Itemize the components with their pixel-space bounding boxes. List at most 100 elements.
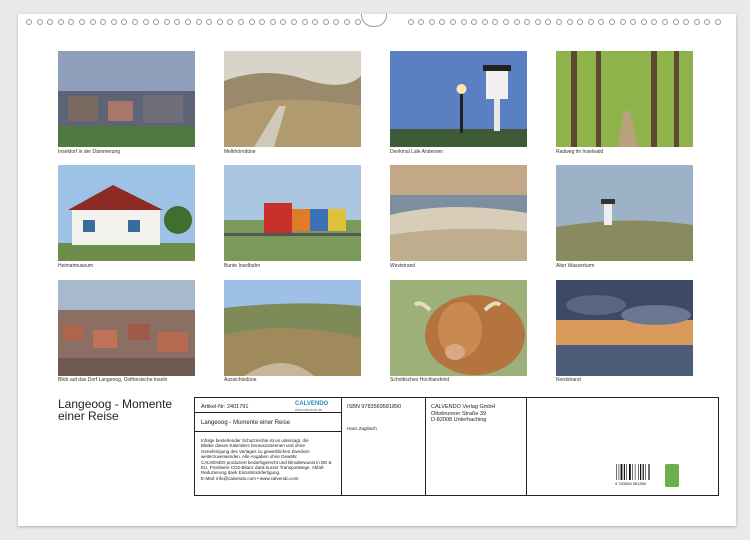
- photo-7: [390, 165, 527, 261]
- photo-11: [390, 280, 527, 376]
- barcode-bar: [632, 464, 633, 480]
- photo-9: [58, 280, 195, 376]
- binding-ring: [566, 19, 573, 25]
- binding-ring: [110, 19, 117, 25]
- binding-ring: [36, 19, 43, 25]
- binding-ring: [121, 19, 128, 25]
- north-beach-sunset-photo: [556, 280, 693, 376]
- barcode-bar: [634, 464, 636, 480]
- publisher-address: CALVENDO Verlag GmbH Ottobrunner Straße 3…: [431, 404, 495, 424]
- publisher-line: CALVENDO Verlag GmbH: [431, 404, 496, 410]
- binding-ring: [238, 19, 244, 25]
- photo-2: [224, 51, 361, 147]
- binding-ring: [174, 19, 181, 25]
- photo-8: [556, 165, 693, 261]
- binding-ring: [471, 19, 478, 25]
- binding-ring: [26, 19, 32, 25]
- binding-ring: [577, 19, 584, 25]
- binding-ring: [206, 19, 213, 25]
- binding-ring: [418, 19, 425, 25]
- binding-ring: [428, 19, 435, 25]
- binding-ring: [503, 19, 509, 25]
- binding-ring: [662, 19, 668, 25]
- binding-ring: [587, 19, 594, 25]
- photo-6: [224, 165, 361, 261]
- viewpoint-dune-photo: [224, 280, 361, 376]
- legal-line: E-Mail: info@calvendo.com • www.calvendo…: [201, 475, 299, 481]
- binding-ring: [407, 19, 414, 25]
- barcode-bar: [645, 464, 646, 480]
- water-tower-lamp-photo: [390, 51, 527, 147]
- binding-ring: [481, 19, 488, 25]
- binding-ring: [185, 19, 191, 25]
- photo-caption: Alter Wasserturm: [556, 263, 595, 269]
- photo-3: [390, 51, 527, 147]
- calvendo-url: www.calvendo.de: [295, 408, 323, 412]
- binding-ring: [460, 19, 467, 25]
- photo-caption: Inseldorf in der Dämmerung: [58, 149, 120, 155]
- binding-ring: [619, 19, 626, 25]
- binding-ring: [630, 19, 637, 25]
- photo-4: [556, 51, 693, 147]
- forest-path-photo: [556, 51, 693, 147]
- binding-ring: [79, 19, 85, 25]
- barcode-bar: [626, 464, 627, 480]
- museum-house-photo: [58, 165, 195, 261]
- binding-ring: [545, 19, 552, 25]
- binding-ring: [556, 19, 562, 25]
- binding-ring: [640, 19, 647, 25]
- highland-cattle-photo: [390, 280, 527, 376]
- beach-dunes-photo: [390, 165, 527, 261]
- barcode-bar: [640, 464, 642, 480]
- binding-ring: [216, 19, 223, 25]
- binding-ring: [534, 19, 541, 25]
- binding-ring: [269, 19, 276, 25]
- photo-1: [58, 51, 195, 147]
- binding-ring: [672, 19, 679, 25]
- barcode-icon: 9 783569 581890: [615, 464, 655, 486]
- publisher-line: D-82008 Unterhaching: [431, 417, 487, 423]
- binding-ring: [291, 19, 297, 25]
- photo-caption: Aussichtsdüne: [224, 377, 257, 383]
- binding-ring: [524, 19, 531, 25]
- binding-ring: [142, 19, 149, 25]
- binding-ring: [704, 19, 711, 25]
- barcode-bar: [620, 464, 623, 480]
- binding-ring: [100, 19, 107, 25]
- photo-caption: Bunte Inselbahn: [224, 263, 261, 269]
- barcode-bar: [629, 464, 631, 480]
- barcode-bar: [648, 464, 650, 480]
- article-number: Artikel-Nr: 2401791: [201, 404, 249, 410]
- binding-ring: [195, 19, 202, 25]
- village-rooftops-photo: [58, 280, 195, 376]
- village-dusk-photo: [58, 51, 195, 147]
- binding-ring: [333, 19, 340, 25]
- binding-ring: [651, 19, 658, 25]
- binding-ring: [513, 19, 520, 25]
- binding-ring: [163, 19, 170, 25]
- binding-ring: [683, 19, 690, 25]
- photo-10: [224, 280, 361, 376]
- barcode-bar: [638, 464, 639, 480]
- photo-caption: Schottisches Hochlandrind: [390, 377, 450, 383]
- binding-ring: [47, 19, 54, 25]
- barcode-bar: [616, 464, 617, 480]
- binding-ring: [248, 19, 255, 25]
- legal-notice: Infolge bestehender Schutzrechte ist es …: [201, 438, 331, 481]
- binding-ring: [57, 19, 64, 25]
- binding-ring: [492, 19, 499, 25]
- binding-ring: [450, 19, 456, 25]
- barcode-bar: [618, 464, 620, 480]
- eco-leaf-icon: [665, 464, 679, 487]
- binding-ring: [609, 19, 615, 25]
- binding-ring: [693, 19, 700, 25]
- calendar-back-page: Inseldorf in der Dämmerung Melkhörndüne …: [18, 14, 736, 526]
- photo-caption: Denkmal Lale Andersen: [390, 149, 444, 155]
- photo-caption: Melkhörndüne: [224, 149, 256, 155]
- barcode-bar: [623, 464, 625, 480]
- old-water-tower-photo: [556, 165, 693, 261]
- photo-12: [556, 280, 693, 376]
- binding-ring: [715, 19, 721, 25]
- binding-ring: [354, 19, 361, 25]
- barcode-bar: [642, 464, 644, 480]
